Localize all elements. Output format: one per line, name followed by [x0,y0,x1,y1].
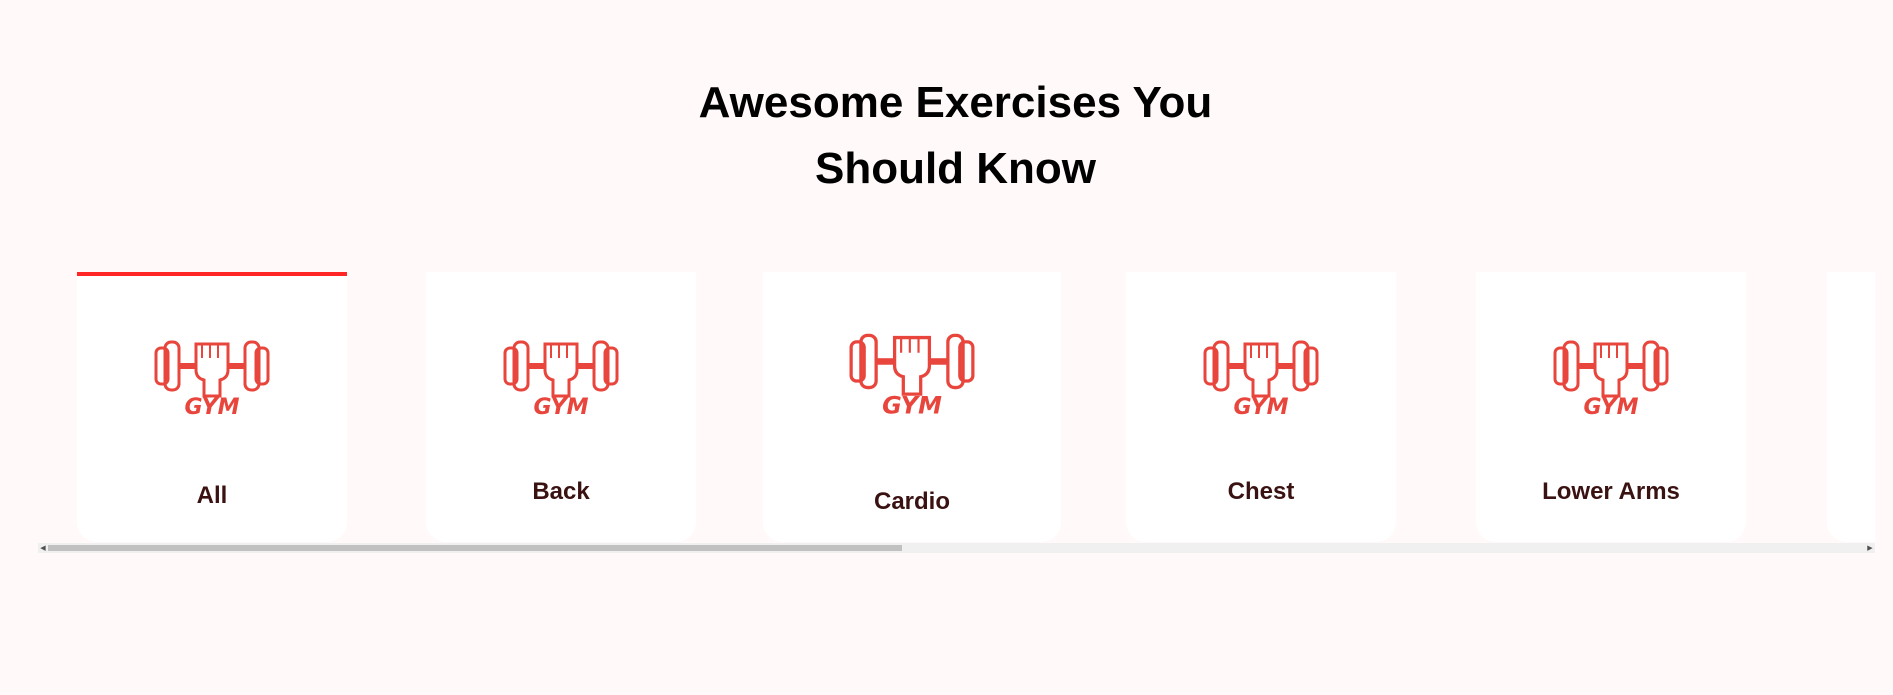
scroll-right-arrow-icon[interactable]: ▶ [1865,543,1875,553]
gym-logo-text: GYM [534,395,589,418]
body-part-label: Back [532,478,590,505]
gym-logo-text: GYM [1234,395,1289,418]
gym-logo-text: GYM [882,392,942,418]
gym-logo-text: GYM [1584,395,1639,418]
scroll-left-arrow-icon[interactable]: ◀ [38,543,48,553]
body-part-label: Cardio [873,488,950,515]
exercise-categories-section: Awesome Exercises You Should Know GYM Al… [0,0,1893,695]
page-title-line-1: Awesome Exercises You [698,78,1213,127]
gym-logo-text: GYM [185,395,240,418]
gym-dumbbell-fist-icon: GYM [1553,340,1669,418]
body-part-card-all[interactable]: GYM All [77,272,347,542]
page-title-line-2: Should Know [814,144,1097,193]
body-part-scroller[interactable]: GYM All GYM Back GYM Cardio GYM Chest GY… [38,270,1875,553]
horizontal-scrollbar[interactable]: ◀ ▶ [38,543,1875,553]
body-part-card-chest[interactable]: GYM Chest [1126,272,1396,542]
gym-dumbbell-fist-icon: GYM [849,333,975,418]
body-part-card-lower-arms[interactable]: GYM Lower Arms [1476,272,1746,542]
body-part-card-back[interactable]: GYM Back [426,272,696,542]
gym-dumbbell-fist-icon: GYM [1203,340,1319,418]
scrollbar-thumb[interactable] [48,545,902,551]
page-title: Awesome Exercises You Should Know [0,70,1893,202]
body-part-card-cardio[interactable]: GYM Cardio [763,272,1061,542]
gym-dumbbell-fist-icon: GYM [503,340,619,418]
body-part-label: All [196,482,228,509]
body-part-label: Lower Arms [1542,478,1680,505]
gym-dumbbell-fist-icon: GYM [154,340,270,418]
body-part-label: Chest [1227,478,1295,505]
body-part-card-partial[interactable] [1827,272,1875,542]
